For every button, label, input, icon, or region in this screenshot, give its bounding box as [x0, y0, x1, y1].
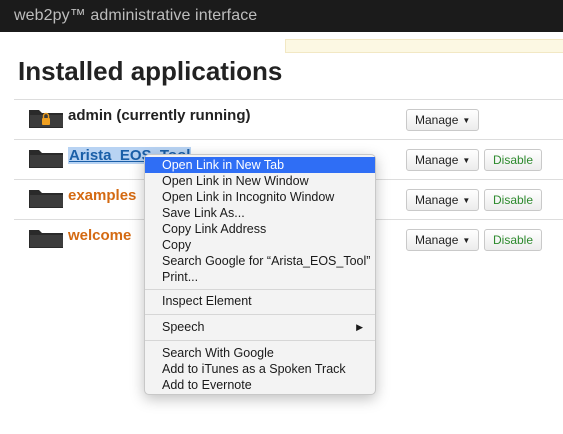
folder-icon — [29, 230, 63, 248]
triangle-right-icon: ▶ — [356, 322, 363, 332]
caret-down-icon: ▼ — [462, 115, 471, 125]
disable-button-welcome[interactable]: Disable — [484, 229, 543, 251]
menu-item-search-google[interactable]: Search Google for “Arista_EOS_Tool” — [145, 253, 375, 269]
app-brand-title[interactable]: web2py™ administrative interface — [14, 7, 257, 25]
menu-item-copy[interactable]: Copy — [145, 237, 375, 253]
disable-button-arista-eos-tool[interactable]: Disable — [484, 149, 543, 171]
app-row-admin: admin (currently running) Manage ▼ — [14, 99, 563, 139]
menu-item-speech-label: Speech — [162, 320, 205, 334]
menu-item-search-with-google[interactable]: Search With Google — [145, 345, 375, 361]
menu-separator — [145, 289, 375, 290]
caret-down-icon: ▼ — [462, 155, 471, 165]
disable-button-examples[interactable]: Disable — [484, 189, 543, 211]
flash-message-bar — [285, 39, 563, 53]
menu-item-save-link-as[interactable]: Save Link As... — [145, 205, 375, 221]
menu-separator — [145, 340, 375, 341]
menu-separator — [145, 314, 375, 315]
app-name-admin[interactable]: admin (currently running) — [68, 107, 251, 124]
manage-button-examples[interactable]: Manage ▼ — [406, 189, 480, 211]
menu-item-print[interactable]: Print... — [145, 269, 375, 285]
top-navbar: web2py™ administrative interface — [0, 0, 563, 32]
app-name-welcome[interactable]: welcome — [68, 227, 131, 244]
context-menu: Open Link in New Tab Open Link in New Wi… — [144, 154, 376, 395]
menu-item-add-to-evernote[interactable]: Add to Evernote — [145, 377, 375, 393]
app-name-examples[interactable]: examples — [68, 187, 136, 204]
manage-button-welcome[interactable]: Manage ▼ — [406, 229, 480, 251]
caret-down-icon: ▼ — [462, 235, 471, 245]
caret-down-icon: ▼ — [462, 195, 471, 205]
page-title: Installed applications — [18, 56, 283, 86]
folder-icon — [29, 190, 63, 208]
manage-button-admin[interactable]: Manage ▼ — [406, 109, 480, 131]
menu-item-open-link-new-window[interactable]: Open Link in New Window — [145, 173, 375, 189]
menu-item-copy-link-address[interactable]: Copy Link Address — [145, 221, 375, 237]
menu-item-open-link-new-tab[interactable]: Open Link in New Tab — [145, 157, 375, 173]
folder-lock-icon — [29, 110, 63, 128]
manage-button-arista-eos-tool[interactable]: Manage ▼ — [406, 149, 480, 171]
folder-icon — [29, 150, 63, 168]
menu-item-add-to-itunes[interactable]: Add to iTunes as a Spoken Track — [145, 361, 375, 377]
menu-item-open-link-incognito[interactable]: Open Link in Incognito Window — [145, 189, 375, 205]
menu-item-speech[interactable]: Speech ▶ — [145, 319, 375, 335]
menu-item-inspect-element[interactable]: Inspect Element — [145, 293, 375, 309]
